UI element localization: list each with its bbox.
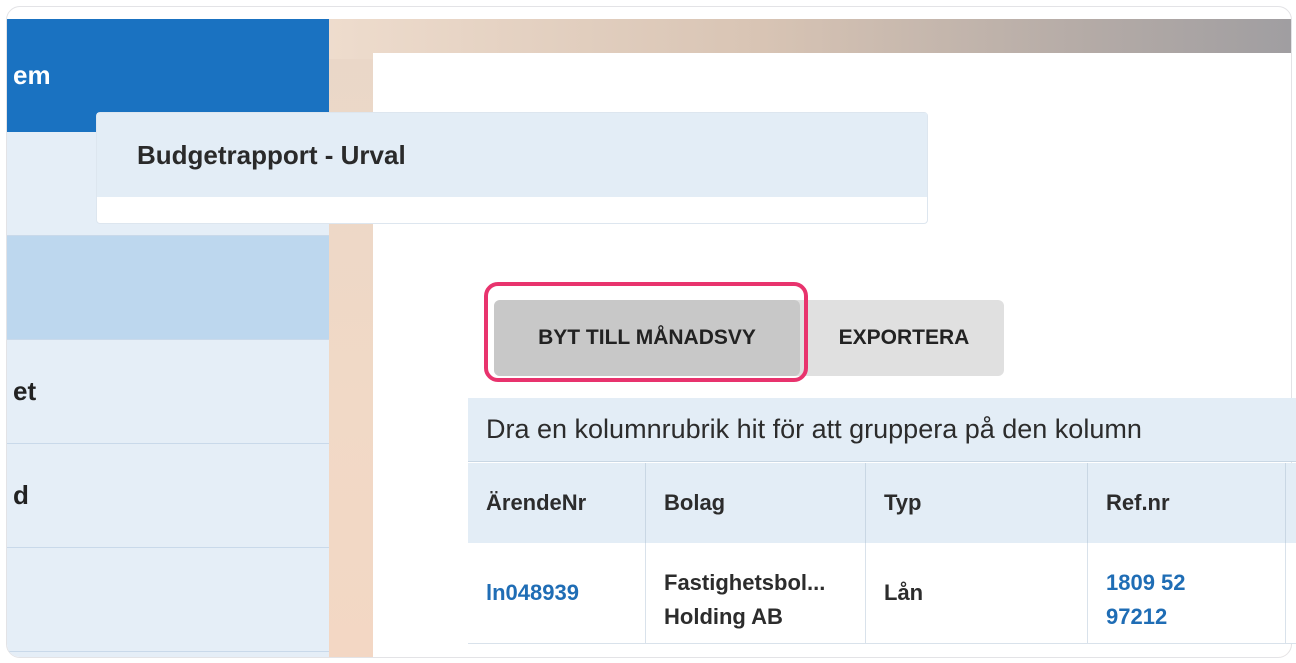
arende-link[interactable]: ln048939	[486, 580, 579, 606]
bolag-line-2: Holding AB	[664, 604, 783, 629]
column-header-bolag[interactable]: Bolag	[646, 463, 866, 543]
column-header-typ[interactable]: Typ	[866, 463, 1088, 543]
group-drop-zone[interactable]: Dra en kolumnrubrik hit för att gruppera…	[468, 398, 1296, 462]
bolag-line-1: Fastighetsbol...	[664, 569, 826, 595]
cell-arendenr: ln048939	[468, 543, 646, 643]
highlight-box	[484, 282, 808, 382]
sidebar-item-4[interactable]: d	[7, 444, 329, 548]
cell-refnr: 1809 52 97212	[1088, 543, 1286, 643]
typ-value: Lån	[884, 580, 924, 605]
data-grid: ÄrendeNr Bolag Typ Ref.nr ln048939 Fasti…	[468, 463, 1296, 663]
page-title: Budgetrapport - Urval	[97, 113, 927, 197]
refnr-line-1[interactable]: 1809 52	[1106, 566, 1186, 600]
table-row: ln048939 Fastighetsbol... Holding AB Lån…	[468, 543, 1296, 644]
refnr-line-2[interactable]: 97212	[1106, 600, 1186, 634]
column-header-refnr[interactable]: Ref.nr	[1088, 463, 1286, 543]
sidebar-item-2[interactable]	[7, 236, 329, 340]
report-card: Budgetrapport - Urval	[96, 112, 928, 224]
export-button[interactable]: EXPORTERA	[816, 300, 992, 376]
cell-bolag: Fastighetsbol... Holding AB	[646, 543, 866, 643]
sidebar-item-5[interactable]	[7, 548, 329, 652]
column-header-arendenr[interactable]: ÄrendeNr	[468, 463, 646, 543]
cell-typ: Lån	[866, 543, 1088, 643]
sidebar-item-3[interactable]: et	[7, 340, 329, 444]
table-header: ÄrendeNr Bolag Typ Ref.nr	[468, 463, 1296, 543]
